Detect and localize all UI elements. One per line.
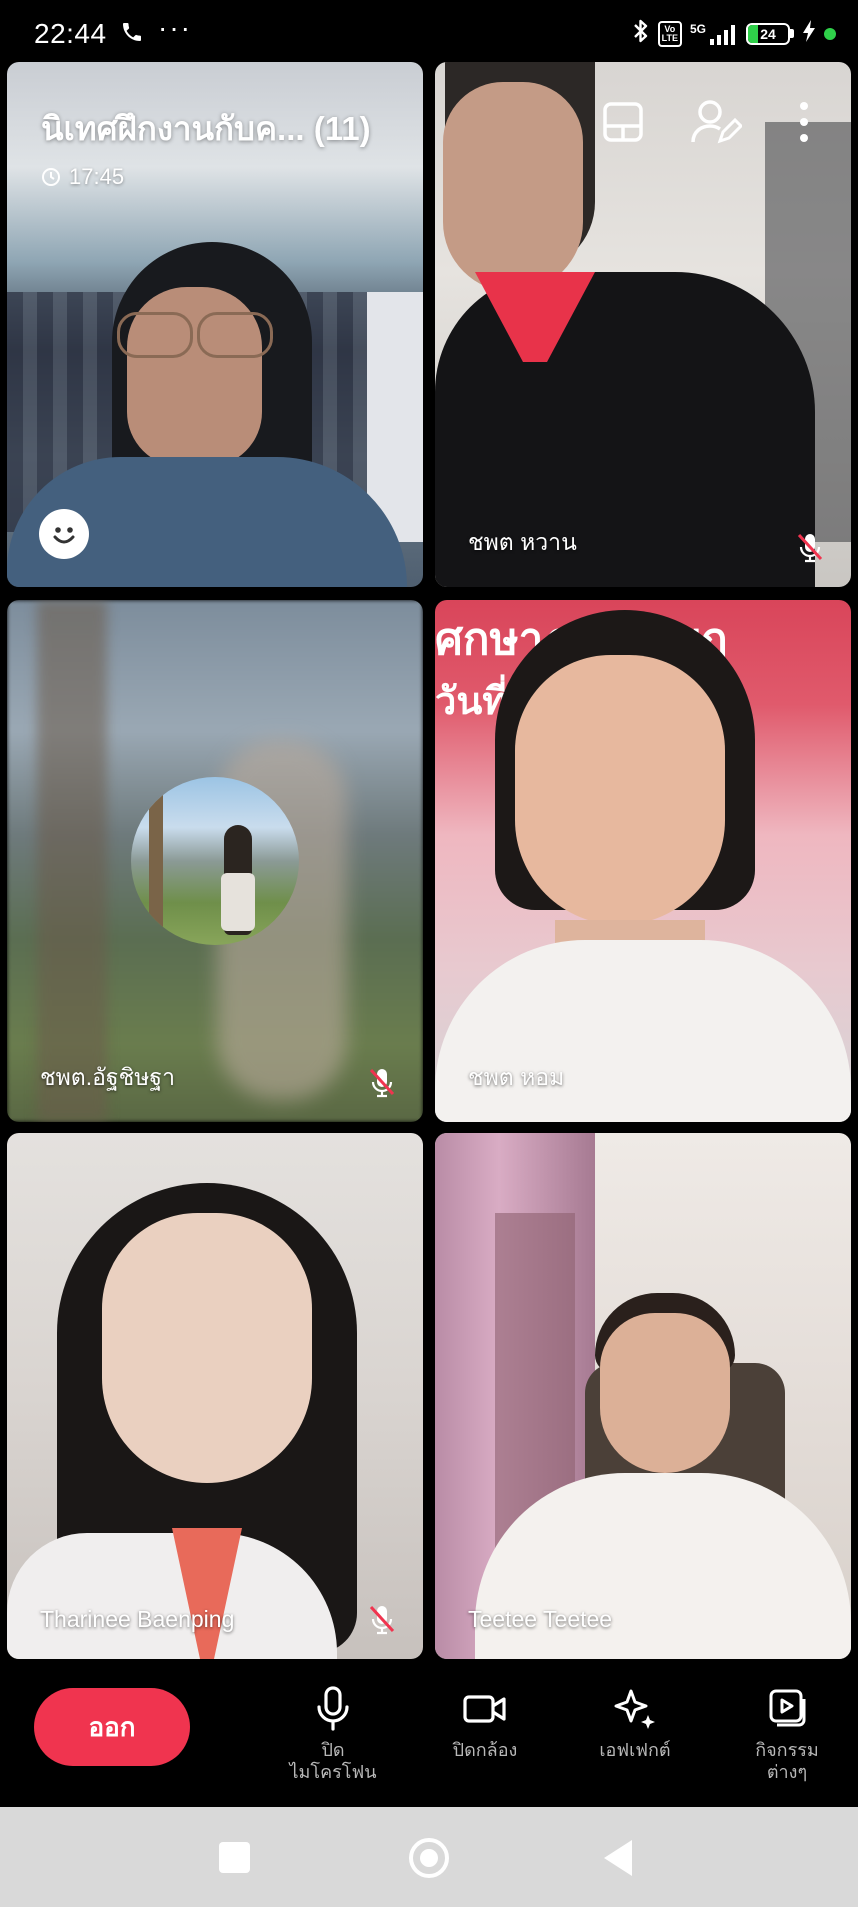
battery-level: 24	[760, 25, 776, 42]
person-edit-icon	[691, 100, 744, 144]
duration-text: 17:45	[69, 164, 125, 189]
clock: 22:44	[34, 18, 107, 49]
layout-toggle-button[interactable]	[601, 100, 645, 149]
privacy-indicator-dot	[824, 27, 836, 40]
mic-label: ปิด ไมโครโฟน	[289, 1740, 377, 1782]
turn-off-camera-button[interactable]: ปิดกล้อง	[420, 1685, 550, 1761]
mic-muted-icon	[797, 533, 823, 563]
participant-avatar	[131, 777, 299, 945]
layout-grid-icon	[603, 102, 643, 142]
back-button[interactable]	[604, 1840, 632, 1876]
participant-name: ชพต.อัฐชิษฐา	[40, 1064, 175, 1090]
volte-icon: Vo LTE	[657, 20, 682, 47]
home-button[interactable]	[409, 1838, 449, 1878]
activities-label: กิจกรรม ต่างๆ	[755, 1740, 819, 1782]
activities-icon	[769, 1689, 806, 1727]
participant-name: Teetee Teetee	[468, 1606, 613, 1632]
video-tile-participant[interactable]: Teetee Teetee	[435, 1133, 851, 1659]
status-bar: 22:44 ··· Vo LTE 5G 24	[0, 0, 858, 62]
leave-call-button[interactable]: ออก	[34, 1688, 190, 1766]
mic-muted-icon	[369, 1068, 395, 1098]
charging-icon	[802, 19, 816, 48]
recent-apps-button[interactable]	[219, 1842, 250, 1873]
phone-call-icon	[120, 20, 144, 49]
effects-label: เอฟเฟกต์	[599, 1740, 671, 1760]
participant-name: ชพต หอม	[468, 1064, 565, 1090]
more-vertical-icon	[800, 102, 808, 142]
microphone-icon	[317, 1686, 349, 1731]
meeting-title[interactable]: นิเทศฝึกงานกับค... (11)	[41, 102, 371, 155]
camera-label: ปิดกล้อง	[452, 1740, 518, 1760]
video-tile-participant[interactable]: ศกษาฎกร 2 พฤ วันที่ ม 256 ชพต หอม	[435, 600, 851, 1122]
video-tile-participant[interactable]: Tharinee Baenping	[7, 1133, 423, 1659]
more-options-button[interactable]	[792, 100, 816, 149]
battery-icon: 24	[746, 22, 794, 45]
more-notifications-icon: ···	[158, 12, 192, 43]
meeting-duration: 17:45	[41, 164, 124, 190]
reaction-emoji-button[interactable]	[39, 509, 89, 559]
participants-button[interactable]	[690, 98, 744, 151]
activities-button[interactable]: กิจกรรม ต่างๆ	[722, 1685, 852, 1783]
bluetooth-icon	[632, 18, 650, 49]
video-tile-camera-off[interactable]: ชพต.อัฐชิษฐา	[7, 600, 423, 1122]
video-tile-host[interactable]: นิเทศฝึกงานกับค... (11) 17:45	[7, 62, 423, 587]
effects-button[interactable]: เอฟเฟกต์	[570, 1685, 700, 1761]
participant-name: ชพต หวาน	[468, 529, 577, 555]
mute-microphone-button[interactable]: ปิด ไมโครโฟน	[268, 1685, 398, 1783]
mic-muted-icon	[369, 1605, 395, 1635]
call-controls-bar: ออก ปิด ไมโครโฟน ปิดกล้อง เอฟเฟกต์ กิจกร…	[0, 1665, 858, 1807]
smiley-icon	[53, 527, 75, 544]
participant-name: Tharinee Baenping	[40, 1606, 235, 1632]
video-camera-icon	[463, 1695, 506, 1723]
sparkle-icon	[614, 1689, 655, 1729]
signal-5g-icon: 5G	[690, 23, 738, 45]
clock-icon	[42, 168, 60, 186]
system-navigation-bar	[0, 1807, 858, 1907]
